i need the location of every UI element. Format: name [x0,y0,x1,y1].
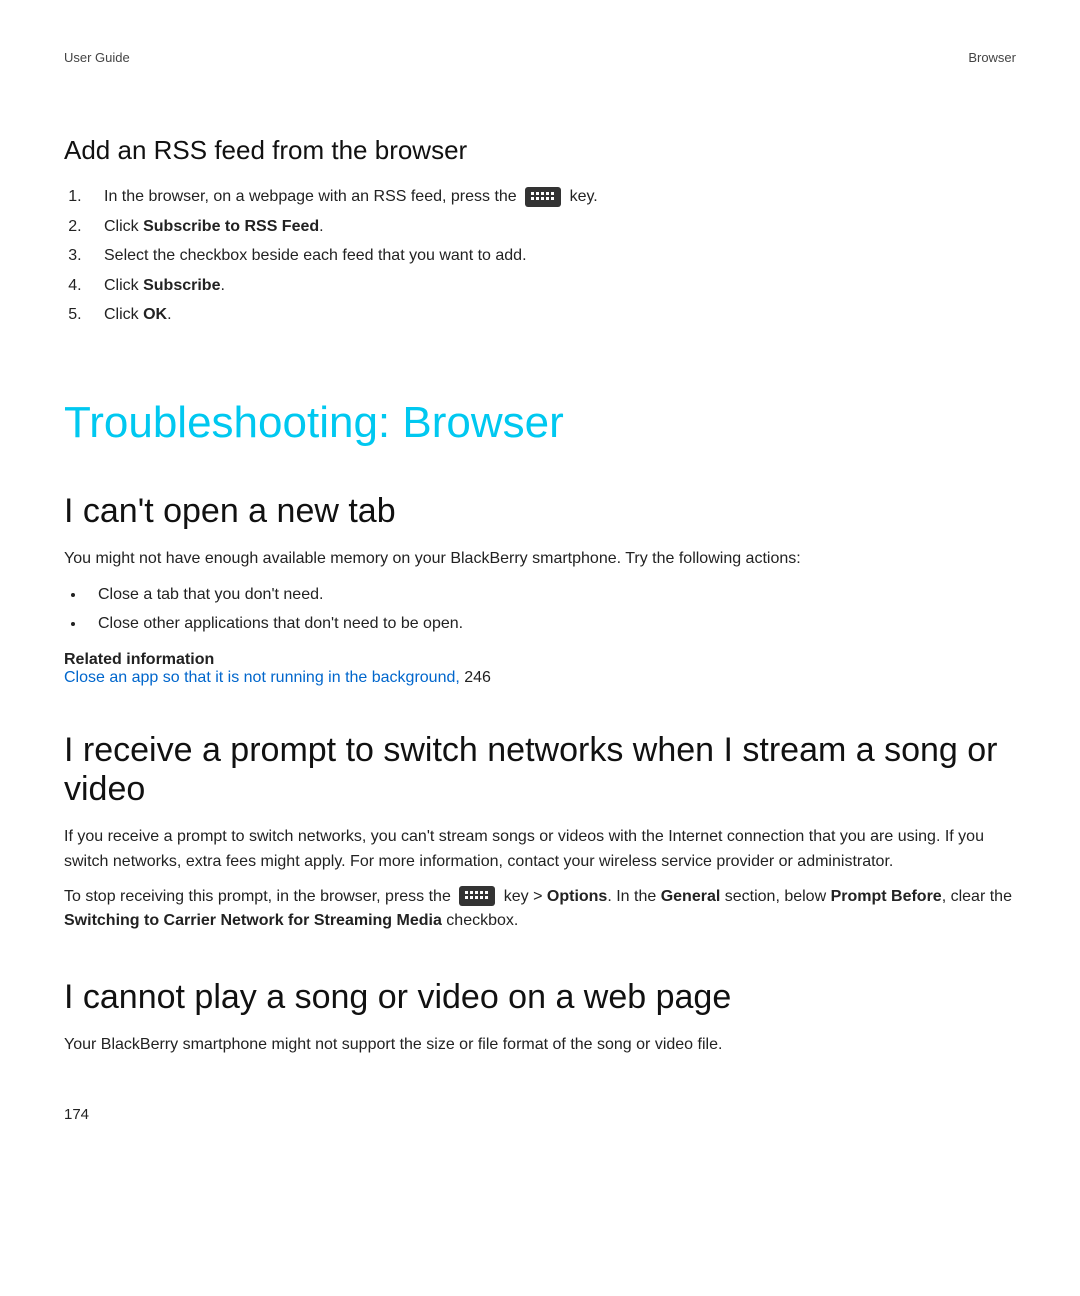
rss-step-2: Click Subscribe to RSS Feed. [86,214,1016,240]
step-text: Click [104,277,143,294]
p2-text: section, below [720,888,830,905]
menu-key-icon [459,886,495,906]
rss-steps: In the browser, on a webpage with an RSS… [64,184,1016,328]
rss-step-1: In the browser, on a webpage with an RSS… [86,184,1016,210]
stream-p2: To stop receiving this prompt, in the br… [64,885,1016,935]
stream-heading: I receive a prompt to switch networks wh… [64,731,1016,809]
related-info-line: Close an app so that it is not running i… [64,669,1016,687]
p2-bold: Switching to Carrier Network for Streami… [64,912,442,929]
p2-bold: Prompt Before [831,888,942,905]
p2-text: checkbox. [442,912,518,929]
step-bold: Subscribe to RSS Feed [143,218,319,235]
new-tab-bullets: Close a tab that you don't need. Close o… [64,582,1016,637]
p2-bold: Options [547,888,607,905]
p2-text: . In the [607,888,660,905]
bullet-item: Close a tab that you don't need. [86,582,1016,608]
related-page-ref: 246 [460,669,491,686]
troubleshooting-heading: Troubleshooting: Browser [64,398,1016,448]
bullet-item: Close other applications that don't need… [86,611,1016,637]
rss-step-4: Click Subscribe. [86,273,1016,299]
step-text: In the browser, on a webpage with an RSS… [104,188,521,205]
step-text: . [167,306,171,323]
rss-heading: Add an RSS feed from the browser [64,135,1016,166]
play-p1: Your BlackBerry smartphone might not sup… [64,1033,1016,1058]
page-number: 174 [64,1106,1016,1123]
header-right: Browser [968,50,1016,65]
related-link[interactable]: Close an app so that it is not running i… [64,669,460,686]
page-header: User Guide Browser [64,50,1016,65]
step-bold: OK [143,306,167,323]
step-text: . [319,218,323,235]
new-tab-intro: You might not have enough available memo… [64,547,1016,572]
new-tab-heading: I can't open a new tab [64,492,1016,531]
step-text: Click [104,218,143,235]
rss-step-3: Select the checkbox beside each feed tha… [86,243,1016,269]
play-heading: I cannot play a song or video on a web p… [64,978,1016,1017]
stream-p1: If you receive a prompt to switch networ… [64,825,1016,875]
rss-step-5: Click OK. [86,302,1016,328]
step-bold: Subscribe [143,277,220,294]
step-text: Click [104,306,143,323]
related-info-title: Related information [64,651,1016,669]
header-left: User Guide [64,50,130,65]
p2-text: , clear the [942,888,1012,905]
step-text: . [220,277,224,294]
p2-text: key > [504,888,547,905]
step-text: key. [570,188,598,205]
menu-key-icon [525,187,561,207]
document-page: User Guide Browser Add an RSS feed from … [0,0,1080,1163]
p2-text: To stop receiving this prompt, in the br… [64,888,455,905]
p2-bold: General [661,888,721,905]
